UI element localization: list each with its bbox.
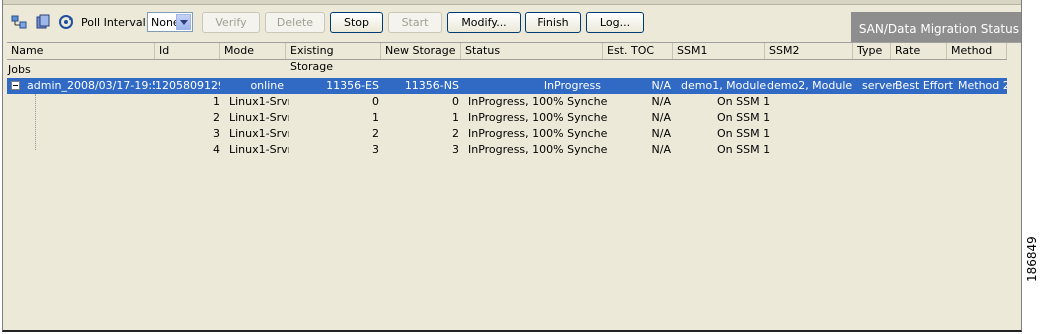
toolbar: Poll Interval: None Verify Delete Stop S… [3, 6, 1021, 46]
col-header-mode[interactable]: Mode [220, 43, 286, 59]
row-existing-storage: 1 [372, 111, 379, 124]
row-mode: Linux1-Srvr [229, 127, 289, 140]
row-est-toc: N/A [651, 127, 671, 140]
row-new-storage: 2 [452, 127, 459, 140]
row-existing-storage: 3 [372, 143, 379, 156]
table-row[interactable]: 4 Linux1-Srvr 3 3 InProgress, 100% Synch… [7, 142, 1007, 158]
job-rate: Best Effort [895, 79, 953, 92]
col-header-status[interactable]: Status [461, 43, 603, 59]
job-type: server [862, 79, 896, 92]
row-mode: Linux1-Srvr [229, 111, 289, 124]
col-header-id[interactable]: Id [155, 43, 220, 59]
col-header-name[interactable]: Name [7, 43, 155, 59]
row-status: InProgress, 100% Synched [468, 111, 608, 124]
row-status: InProgress, 100% Synched [468, 127, 608, 140]
row-est-toc: N/A [651, 143, 671, 156]
job-new-storage: 11356-NS [404, 79, 459, 92]
col-header-type[interactable]: Type [853, 43, 891, 59]
row-id: 4 [213, 143, 220, 156]
row-id: 1 [213, 95, 220, 108]
row-est-toc: N/A [651, 95, 671, 108]
panel-title: SAN/Data Migration Status [851, 12, 1021, 46]
finish-button[interactable]: Finish [525, 12, 581, 33]
col-header-est-toc[interactable]: Est. TOC [603, 43, 673, 59]
job-id: 1205809129 [155, 79, 220, 92]
jobs-group-label: Jobs [8, 63, 31, 76]
poll-interval-label: Poll Interval: [81, 16, 150, 29]
row-status: InProgress, 100% Synched [468, 95, 608, 108]
table-row[interactable]: 3 Linux1-Srvr 2 2 InProgress, 100% Synch… [7, 126, 1007, 142]
col-header-ssm1[interactable]: SSM1 [673, 43, 765, 59]
verify-button[interactable]: Verify [202, 12, 260, 33]
row-existing-storage: 0 [372, 95, 379, 108]
figure-id: 186849 [1025, 236, 1039, 282]
delete-button[interactable]: Delete [265, 12, 325, 33]
col-header-existing-storage[interactable]: Existing Storage [286, 43, 381, 73]
job-ssm2: demo2, Module 4 [767, 79, 853, 92]
row-new-storage: 3 [452, 143, 459, 156]
job-name: admin_2008/03/17-19:58 [27, 79, 155, 92]
row-ssm1: On SSM 1 [717, 95, 771, 108]
row-existing-storage: 2 [372, 127, 379, 140]
job-existing-storage: 11356-ES [326, 79, 379, 92]
stop-button[interactable]: Stop [330, 12, 383, 33]
topology-icon[interactable] [11, 14, 27, 30]
database-icon[interactable] [35, 14, 51, 30]
row-id: 2 [213, 111, 220, 124]
job-est-toc: N/A [651, 79, 671, 92]
table-header: Name Id Mode Existing Storage New Storag… [7, 43, 1007, 73]
row-new-storage: 0 [452, 95, 459, 108]
row-ssm1: On SSM 1 [717, 143, 771, 156]
table-row[interactable]: 2 Linux1-Srvr 1 1 InProgress, 100% Synch… [7, 110, 1007, 126]
job-method: Method 2 [958, 79, 1007, 92]
col-header-new-storage[interactable]: New Storage [381, 43, 461, 59]
job-mode: online [250, 79, 284, 92]
row-mode: Linux1-Srvr [229, 95, 289, 108]
log-button[interactable]: Log... [586, 12, 644, 33]
row-ssm1: On SSM 1 [717, 127, 771, 140]
row-status: InProgress, 100% Synched [468, 143, 608, 156]
jobs-table: Name Id Mode Existing Storage New Storag… [7, 42, 1021, 329]
row-new-storage: 1 [452, 111, 459, 124]
job-ssm1: demo1, Module 3 [681, 79, 767, 92]
job-status: InProgress [543, 79, 601, 92]
top-edge [3, 0, 1021, 5]
chevron-down-icon[interactable] [176, 14, 191, 30]
start-button[interactable]: Start [388, 12, 442, 33]
row-mode: Linux1-Srvr [229, 143, 289, 156]
migration-status-panel: Poll Interval: None Verify Delete Stop S… [2, 0, 1022, 332]
row-ssm1: On SSM 1 [717, 111, 771, 124]
job-row-selected[interactable]: admin_2008/03/17-19:58 1205809129 online… [7, 78, 1007, 94]
col-header-rate[interactable]: Rate [891, 43, 947, 59]
collapse-icon[interactable] [11, 81, 20, 90]
refresh-icon[interactable] [58, 14, 74, 30]
table-row[interactable]: 1 Linux1-Srvr 0 0 InProgress, 100% Synch… [7, 94, 1007, 110]
poll-interval-select[interactable]: None [147, 12, 193, 32]
row-id: 3 [213, 127, 220, 140]
modify-button[interactable]: Modify... [447, 12, 521, 33]
row-est-toc: N/A [651, 111, 671, 124]
col-header-method[interactable]: Method [947, 43, 1007, 59]
col-header-ssm2[interactable]: SSM2 [765, 43, 853, 59]
